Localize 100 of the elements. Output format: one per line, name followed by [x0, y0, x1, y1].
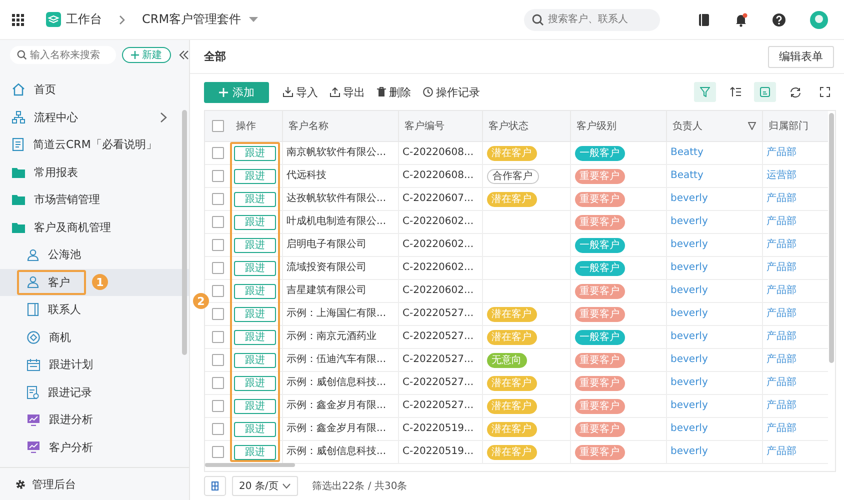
- follow-up-button[interactable]: 跟进: [234, 146, 276, 160]
- table-cell: C-20220602...: [402, 239, 474, 250]
- page-size-select[interactable]: 20 条/页: [232, 476, 298, 496]
- owner-link[interactable]: beverly: [670, 423, 708, 434]
- table-cell: 示例：伍迪汽车有限...: [286, 354, 386, 365]
- owner-link[interactable]: beverly: [670, 331, 708, 342]
- table-cell: C-20220527...: [402, 354, 474, 365]
- view-title: 全部: [204, 49, 226, 64]
- sidebar-item[interactable]: 跟进记录: [17, 380, 108, 405]
- sidebar-item[interactable]: 联系人: [17, 297, 97, 322]
- column-header[interactable]: 操作: [230, 111, 282, 142]
- owner-link[interactable]: beverly: [670, 239, 708, 250]
- owner-link[interactable]: beverly: [670, 400, 708, 411]
- table-cell: C-20220602...: [402, 262, 474, 273]
- app-name[interactable]: 工作台: [66, 11, 102, 28]
- follow-up-button[interactable]: 跟进: [234, 306, 276, 322]
- suite-title[interactable]: CRM客户管理套件: [142, 11, 242, 28]
- department-link[interactable]: 产品部: [766, 377, 796, 388]
- owner-link[interactable]: beverly: [670, 216, 708, 227]
- new-button[interactable]: 新建: [122, 47, 171, 63]
- table-cell: C-20220602...: [402, 285, 474, 296]
- status-tag: 潜在客户: [486, 330, 536, 344]
- edit-form-button[interactable]: 编辑表单: [768, 46, 834, 68]
- department-link[interactable]: 产品部: [766, 331, 796, 342]
- follow-up-button[interactable]: 跟进: [234, 398, 276, 414]
- follow-up-button[interactable]: 跟进: [234, 422, 276, 436]
- table-cell: C-20220519...: [402, 446, 474, 457]
- sidebar-item[interactable]: 公海池: [17, 242, 97, 268]
- status-tag: 潜在客户: [486, 398, 536, 414]
- column-header[interactable]: 客户编号: [398, 111, 482, 142]
- sidebar-item[interactable]: 客户及商机管理: [0, 214, 189, 241]
- owner-link[interactable]: beverly: [670, 285, 708, 296]
- follow-up-button[interactable]: 跟进: [234, 444, 276, 460]
- sidebar-item[interactable]: 客户分析: [17, 434, 109, 460]
- level-tag: 重要客户: [574, 352, 624, 368]
- owner-link[interactable]: beverly: [670, 354, 708, 365]
- follow-up-button[interactable]: 跟进: [234, 284, 276, 298]
- department-link[interactable]: 产品部: [766, 354, 796, 365]
- department-link[interactable]: 产品部: [766, 308, 796, 319]
- department-link[interactable]: 产品部: [766, 400, 796, 411]
- follow-up-button[interactable]: 跟进: [234, 376, 276, 390]
- owner-link[interactable]: beverly: [670, 308, 708, 319]
- follow-up-button[interactable]: 跟进: [234, 352, 276, 368]
- table-cell: 叶成机电制造有限公...: [286, 216, 386, 227]
- table-cell: 示例：上海国仁有限...: [286, 308, 386, 319]
- follow-up-button[interactable]: 跟进: [234, 330, 276, 344]
- follow-up-button[interactable]: 跟进: [234, 214, 276, 230]
- owner-link[interactable]: beverly: [670, 377, 708, 388]
- department-link[interactable]: 产品部: [766, 216, 796, 227]
- add-button[interactable]: 添加: [204, 82, 269, 102]
- toolbar-action[interactable]: 导出: [326, 84, 369, 100]
- level-tag: 重要客户: [574, 192, 624, 206]
- table-cell: C-20220608...: [402, 170, 474, 181]
- column-header[interactable]: 负责人: [666, 111, 762, 142]
- owner-link[interactable]: beverly: [670, 446, 708, 457]
- search-field[interactable]: 输入名称来搜索: [10, 46, 116, 64]
- department-link[interactable]: 产品部: [766, 193, 796, 204]
- follow-up-button[interactable]: 跟进: [234, 168, 276, 184]
- table-cell: C-20220527...: [402, 308, 474, 319]
- admin-link[interactable]: 管理后台: [32, 476, 76, 492]
- owner-link[interactable]: beverly: [670, 193, 708, 204]
- column-header[interactable]: 客户状态: [482, 111, 570, 142]
- sidebar-item[interactable]: 商机: [17, 324, 87, 350]
- owner-link[interactable]: Beatty: [670, 170, 704, 181]
- step-badge: 2: [193, 293, 209, 309]
- level-tag: 重要客户: [574, 376, 624, 390]
- sidebar-item[interactable]: 常用报表: [0, 158, 189, 186]
- column-header[interactable]: 归属部门: [762, 111, 828, 142]
- table-cell: 示例：鑫金岁月有限...: [286, 423, 386, 434]
- level-tag: 重要客户: [574, 284, 624, 298]
- level-tag: 一般客户: [574, 238, 624, 252]
- department-link[interactable]: 产品部: [766, 147, 796, 158]
- department-link[interactable]: 运营部: [766, 170, 796, 181]
- department-link[interactable]: 产品部: [766, 446, 796, 457]
- follow-up-button[interactable]: 跟进: [234, 260, 276, 276]
- department-link[interactable]: 产品部: [766, 423, 796, 434]
- department-link[interactable]: 产品部: [766, 262, 796, 273]
- follow-up-button[interactable]: 跟进: [234, 238, 276, 252]
- search-field[interactable]: 搜索客户、联系人: [524, 8, 660, 30]
- sidebar-item[interactable]: 跟进分析: [17, 407, 109, 432]
- toolbar-action[interactable]: 导入: [279, 84, 322, 100]
- sidebar-item[interactable]: 简道云CRM「必看说明」: [0, 131, 189, 158]
- level-tag: 重要客户: [574, 214, 624, 230]
- level-tag: 重要客户: [574, 422, 624, 436]
- sidebar-item[interactable]: 客户: [17, 270, 86, 295]
- department-link[interactable]: 产品部: [766, 239, 796, 250]
- owner-link[interactable]: beverly: [670, 262, 708, 273]
- table-cell: C-20220608...: [402, 147, 474, 158]
- department-link[interactable]: 产品部: [766, 285, 796, 296]
- column-header[interactable]: 负责人: [672, 119, 702, 133]
- column-header[interactable]: 客户名称: [282, 111, 398, 142]
- sidebar-item[interactable]: 跟进计划: [17, 352, 109, 378]
- toolbar-action[interactable]: 删除: [373, 84, 415, 100]
- follow-up-button[interactable]: 跟进: [234, 192, 276, 206]
- owner-link[interactable]: Beatty: [670, 147, 704, 158]
- sidebar-item[interactable]: 首页: [0, 76, 189, 104]
- toolbar-action[interactable]: 操作记录: [419, 84, 484, 100]
- column-header[interactable]: 客户级别: [570, 111, 666, 142]
- sidebar-item[interactable]: 流程中心: [0, 104, 189, 131]
- sidebar-item[interactable]: 市场营销管理: [0, 186, 189, 214]
